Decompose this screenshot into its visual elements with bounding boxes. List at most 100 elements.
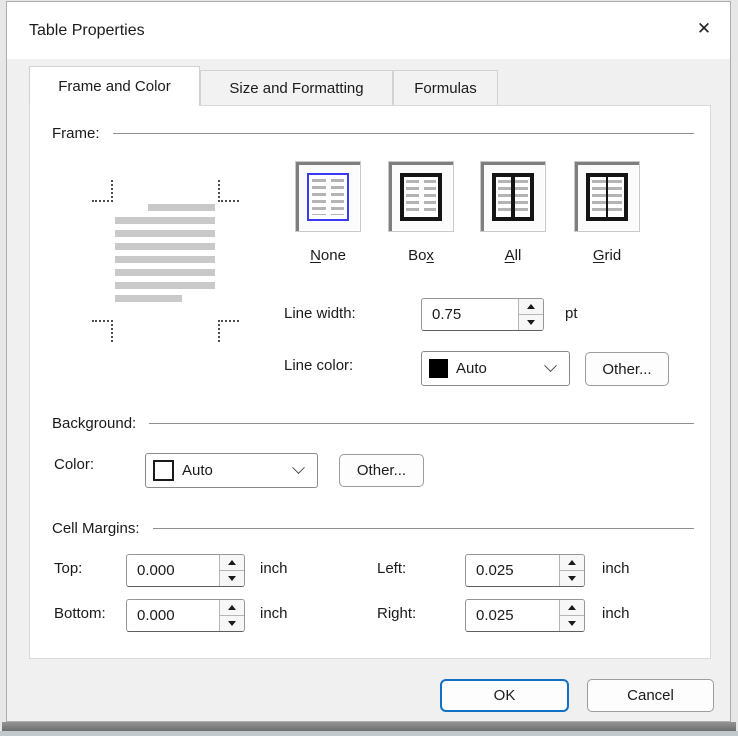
button-label: Cancel — [627, 687, 674, 704]
background-color-swatch — [153, 460, 174, 481]
label-accesskey: G — [593, 247, 605, 264]
background-color-other-button[interactable]: Other... — [339, 454, 424, 487]
ok-button[interactable]: OK — [440, 679, 569, 712]
margin-bottom-label: Bottom: — [54, 605, 106, 623]
spin-down-button[interactable] — [560, 615, 584, 631]
background-color-combobox[interactable]: Auto — [145, 453, 318, 488]
margin-top-label: Top: — [54, 560, 82, 578]
tab-frame-and-color[interactable]: Frame and Color — [29, 66, 200, 106]
up-arrow-icon — [228, 605, 236, 610]
frame-setting-box-label[interactable]: Box — [388, 247, 454, 265]
label-accesskey: x — [426, 247, 434, 264]
margin-bottom-input[interactable] — [127, 600, 219, 631]
tab-label: Size and Formatting — [229, 80, 363, 97]
margin-left-input[interactable] — [466, 555, 559, 586]
window-shadow — [2, 722, 736, 731]
crop-mark-bottom-right-icon — [218, 320, 239, 342]
background-color-label: Color: — [54, 456, 94, 474]
preview-text-line — [115, 243, 215, 250]
frame-grid-icon — [586, 173, 628, 221]
close-button[interactable]: ✕ — [686, 11, 722, 47]
cancel-button[interactable]: Cancel — [587, 679, 714, 712]
table-properties-dialog: Table Properties ✕ Frame and Color Size … — [6, 1, 731, 722]
frame-setting-grid-button[interactable] — [574, 161, 640, 232]
preview-text-line — [115, 230, 215, 237]
up-arrow-icon — [228, 560, 236, 565]
tab-label: Formulas — [414, 80, 477, 97]
frame-setting-all-button[interactable] — [480, 161, 546, 232]
dialog-title: Table Properties — [29, 22, 145, 40]
preview-text-line — [148, 204, 215, 211]
preview-text-lines — [115, 204, 215, 308]
down-arrow-icon — [527, 320, 535, 325]
margin-left-spinfield — [465, 554, 585, 587]
down-arrow-icon — [568, 621, 576, 626]
margin-right-input[interactable] — [466, 600, 559, 631]
background-color-value: Auto — [182, 462, 294, 479]
label-accesskey: N — [310, 247, 321, 264]
spin-up-button[interactable] — [220, 600, 244, 615]
frame-none-icon — [307, 173, 349, 221]
margin-bottom-spinner — [219, 600, 244, 631]
label-accesskey: A — [505, 247, 515, 264]
tab-size-and-formatting[interactable]: Size and Formatting — [200, 70, 393, 106]
title-bar: Table Properties — [7, 2, 730, 59]
frame-all-icon — [492, 173, 534, 221]
preview-text-line — [115, 217, 215, 224]
line-color-other-button[interactable]: Other... — [585, 352, 669, 386]
margin-left-label: Left: — [377, 560, 406, 578]
screen: Table Properties ✕ Frame and Color Size … — [0, 0, 738, 736]
frame-setting-none-label[interactable]: None — [295, 247, 361, 265]
frame-group-header: Frame: — [52, 124, 694, 142]
spin-up-button[interactable] — [560, 600, 584, 615]
spin-up-button[interactable] — [220, 555, 244, 570]
line-color-combobox[interactable]: Auto — [421, 351, 570, 386]
line-width-input[interactable] — [422, 299, 518, 330]
spin-up-button[interactable] — [560, 555, 584, 570]
close-icon: ✕ — [697, 19, 711, 39]
margin-bottom-spinfield — [126, 599, 245, 632]
chevron-down-icon — [544, 359, 557, 372]
cell-margins-group-label: Cell Margins: — [52, 520, 140, 537]
frame-setting-all-label[interactable]: All — [480, 247, 546, 265]
line-width-unit: pt — [565, 305, 578, 323]
tab-formulas[interactable]: Formulas — [393, 70, 498, 106]
spin-down-button[interactable] — [220, 615, 244, 631]
label-text: one — [321, 247, 346, 264]
group-divider-line — [153, 528, 694, 529]
background-group-header: Background: — [52, 414, 694, 432]
spin-down-button[interactable] — [519, 314, 543, 330]
down-arrow-icon — [228, 621, 236, 626]
preview-text-line — [115, 256, 215, 263]
margin-top-spinfield — [126, 554, 245, 587]
margin-right-label: Right: — [377, 605, 416, 623]
button-label: Other... — [602, 361, 651, 378]
crop-mark-top-right-icon — [218, 180, 239, 202]
preview-text-line — [115, 282, 215, 289]
up-arrow-icon — [527, 304, 535, 309]
cell-margins-group-header: Cell Margins: — [52, 519, 694, 537]
down-arrow-icon — [568, 576, 576, 581]
line-width-label: Line width: — [284, 305, 356, 323]
button-label: OK — [494, 687, 516, 704]
frame-setting-none-button[interactable] — [295, 161, 361, 232]
label-text: rid — [605, 247, 622, 264]
desktop-background — [0, 731, 738, 736]
margin-top-input[interactable] — [127, 555, 219, 586]
group-divider-line — [149, 423, 694, 424]
line-color-label: Line color: — [284, 357, 353, 375]
frame-setting-grid-label[interactable]: Grid — [574, 247, 640, 265]
spin-up-button[interactable] — [519, 299, 543, 314]
background-group-label: Background: — [52, 415, 136, 432]
button-label: Other... — [357, 462, 406, 479]
margin-top-unit: inch — [260, 560, 288, 578]
chevron-down-icon — [292, 461, 305, 474]
spin-down-button[interactable] — [220, 570, 244, 586]
line-width-spinfield — [421, 298, 544, 331]
frame-setting-box-button[interactable] — [388, 161, 454, 232]
preview-text-line — [115, 269, 215, 276]
tab-label: Frame and Color — [58, 78, 171, 95]
line-width-spinner — [518, 299, 543, 330]
margin-bottom-unit: inch — [260, 605, 288, 623]
spin-down-button[interactable] — [560, 570, 584, 586]
